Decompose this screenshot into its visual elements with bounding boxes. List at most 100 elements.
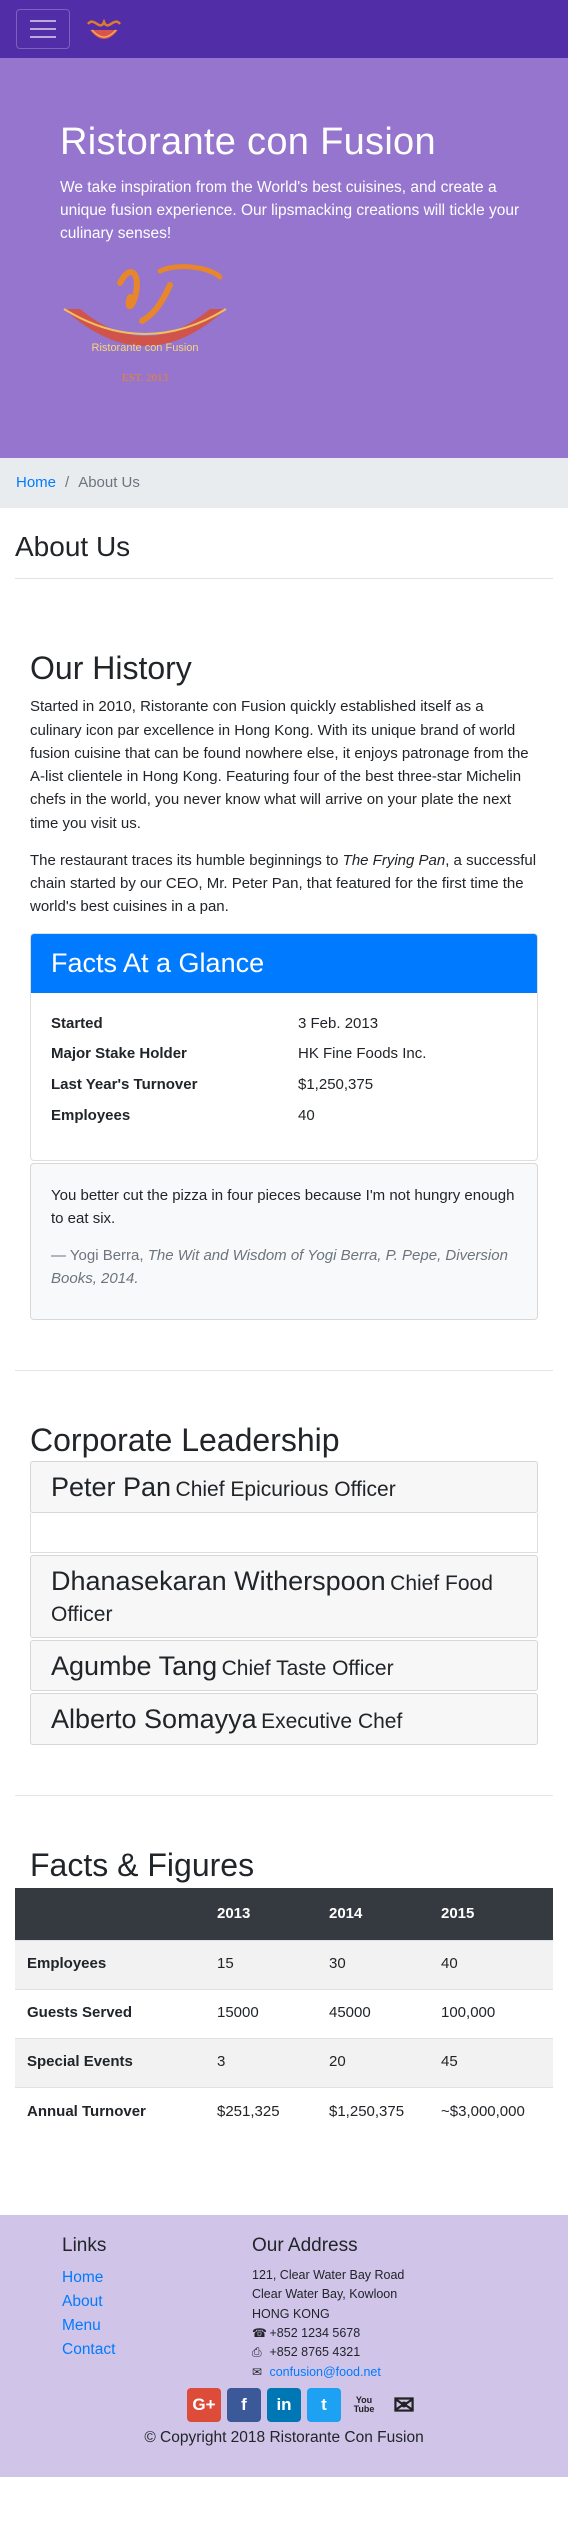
footer-link-item: Home: [62, 2266, 252, 2290]
footer-link-item: Contact: [62, 2338, 252, 2362]
facts-value: HK Fine Foods Inc.: [298, 1045, 427, 1063]
history-title: Our History: [30, 650, 192, 686]
table-header-cell: 2014: [317, 1888, 429, 1941]
hamburger-line: [30, 28, 56, 30]
leader-name: Peter Pan: [51, 1472, 172, 1503]
table-cell: 40: [429, 1939, 553, 1990]
blockquote: You better cut the pizza in four pieces …: [51, 1184, 517, 1291]
footer-links-list: Home About Menu Contact: [62, 2266, 252, 2362]
leader-card-header[interactable]: Alberto Somayya Executive Chef: [30, 1693, 538, 1745]
figures-table: 2013 2014 2015 Employees 15 30 40 Guests Serve…: [15, 1888, 553, 2137]
table-row-label: Guests Served: [15, 1988, 205, 2039]
figures-section: Facts & Figures 2013 2014 2015 Employees 15…: [0, 1796, 568, 2137]
facts-value: 40: [298, 1106, 315, 1124]
footer-link-contact[interactable]: Contact: [62, 2341, 115, 2358]
footer-link-item: Menu: [62, 2314, 252, 2338]
history-section: Our History Started in 2010, Ristorante …: [0, 579, 568, 1320]
table-row-label: Annual Turnover: [15, 2086, 205, 2137]
facts-label: Major Stake Holder: [51, 1045, 187, 1063]
breadcrumb-separator: /: [65, 473, 70, 491]
quote-footer: — Yogi Berra, The Wit and Wisdom of Yogi…: [51, 1247, 508, 1288]
leader-role: Executive Chef: [261, 1710, 403, 1734]
figures-title: Facts & Figures: [30, 1846, 255, 1883]
envelope-icon: ✉: [252, 2364, 263, 2379]
footer-links-column: Links Home About Menu Contact: [0, 2235, 252, 2382]
table-cell: 45000: [317, 1988, 429, 2039]
copyright-text: © Copyright 2018 Ristorante Con Fusion: [144, 2429, 424, 2447]
facts-list: Started 3 Feb. 2013 Major Stake Holder HK F…: [31, 993, 537, 1160]
facebook-icon[interactable]: f: [227, 2388, 261, 2423]
facts-value: 3 Feb. 2013: [298, 1014, 379, 1032]
google-plus-icon[interactable]: G+: [187, 2388, 221, 2423]
phone-icon: ☎: [252, 2325, 267, 2340]
fax-line: ⎙ +852 8765 4321: [252, 2343, 404, 2362]
table-cell: 15: [205, 1939, 317, 1990]
facts-label: Employees: [51, 1106, 131, 1124]
facts-value: $1,250,375: [298, 1076, 374, 1094]
table-row: Guests Served 15000 45000 100,000: [15, 1988, 553, 2039]
table-cell: 3: [205, 2037, 317, 2088]
quote-card: You better cut the pizza in four pieces …: [30, 1162, 538, 1320]
email-line: ✉ confusion@food.net: [252, 2363, 404, 2382]
facts-row: Employees 40: [51, 1105, 517, 1127]
email-link[interactable]: confusion@food.net: [269, 2365, 380, 2379]
youtube-icon[interactable]: You Tube: [347, 2388, 381, 2422]
social-buttons: G+ f in t You Tube ✉: [0, 2386, 568, 2424]
table-cell: 30: [317, 1939, 429, 1990]
footer-address: 121, Clear Water Bay Road Clear Water Ba…: [252, 2266, 404, 2382]
leadership-section: Corporate Leadership Peter Pan Chief Epi…: [0, 1371, 568, 1745]
svg-text:EST. 2013: EST. 2013: [122, 372, 169, 384]
breadcrumb-home-link[interactable]: Home: [16, 472, 56, 495]
footer-address-title: Our Address: [252, 2235, 358, 2257]
footer-link-menu[interactable]: Menu: [62, 2317, 101, 2334]
page-title: About Us: [15, 526, 553, 579]
site-title: Ristorante con Fusion: [60, 121, 436, 163]
table-cell: $1,250,375: [317, 2086, 429, 2137]
footer-link-item: About: [62, 2290, 252, 2314]
facts-card: Facts At a Glance Started 3 Feb. 2013 Majo…: [30, 932, 538, 1161]
table-cell: 100,000: [429, 1988, 553, 2039]
site-tagline: We take inspiration from the World's bes…: [60, 178, 520, 243]
leader-card-header[interactable]: Dhanasekaran Witherspoon Chief Food Offi…: [30, 1554, 538, 1638]
leader-card-header[interactable]: Peter Pan Chief Epicurious Officer: [30, 1461, 538, 1513]
figures-table-wrapper: 2013 2014 2015 Employees 15 30 40 Guests Serve…: [15, 1888, 553, 2137]
table-header-cell: [15, 1888, 205, 1941]
table-cell: 15000: [205, 1988, 317, 2039]
fax-icon: ⎙: [252, 2345, 262, 2360]
table-cell: 45: [429, 2037, 553, 2088]
table-header-cell: 2013: [205, 1888, 317, 1941]
facts-label: Started: [51, 1014, 103, 1032]
table-header-cell: 2015: [429, 1888, 553, 1941]
quote-text: You better cut the pizza in four pieces …: [51, 1186, 515, 1227]
navbar-toggler-button[interactable]: [16, 9, 70, 49]
table-row: Employees 15 30 40: [15, 1939, 553, 1990]
footer: Links Home About Menu Contact Our Address 1…: [0, 2215, 568, 2478]
table-row-label: Employees: [15, 1939, 205, 1990]
breadcrumb: Home / About Us: [0, 458, 568, 508]
facts-row: Last Year's Turnover $1,250,375: [51, 1074, 517, 1096]
footer-link-about[interactable]: About: [62, 2293, 103, 2310]
leader-role: Chief Epicurious Officer: [175, 1478, 396, 1502]
footer-links-title: Links: [62, 2235, 107, 2257]
table-row-label: Special Events: [15, 2037, 205, 2088]
leader-name: Dhanasekaran Witherspoon: [51, 1565, 386, 1596]
facts-label: Last Year's Turnover: [51, 1076, 198, 1094]
hamburger-line: [30, 36, 56, 38]
footer-link-home[interactable]: Home: [62, 2269, 103, 2286]
hamburger-line: [30, 20, 56, 22]
table-row: Special Events 3 20 45: [15, 2037, 553, 2088]
facts-row: Major Stake Holder HK Fine Foods Inc.: [51, 1043, 517, 1065]
facts-card-header: Facts At a Glance: [31, 933, 537, 993]
leader-name: Alberto Somayya: [51, 1704, 257, 1735]
leader-card-header[interactable]: Agumbe Tang Chief Taste Officer: [30, 1639, 538, 1692]
navbar: [0, 0, 568, 58]
facts-row: Started 3 Feb. 2013: [51, 1013, 517, 1035]
leadership-title: Corporate Leadership: [30, 1421, 340, 1458]
mail-icon[interactable]: ✉: [387, 2388, 421, 2422]
linkedin-icon[interactable]: in: [267, 2388, 301, 2423]
svg-text:Ristorante con Fusion: Ristorante con Fusion: [92, 342, 199, 354]
leader-role: Chief Taste Officer: [221, 1656, 394, 1680]
table-row: Annual Turnover $251,325 $1,250,375 ~$3,000…: [15, 2086, 553, 2137]
brand-logo-icon[interactable]: [84, 14, 124, 44]
twitter-icon[interactable]: t: [307, 2388, 341, 2423]
